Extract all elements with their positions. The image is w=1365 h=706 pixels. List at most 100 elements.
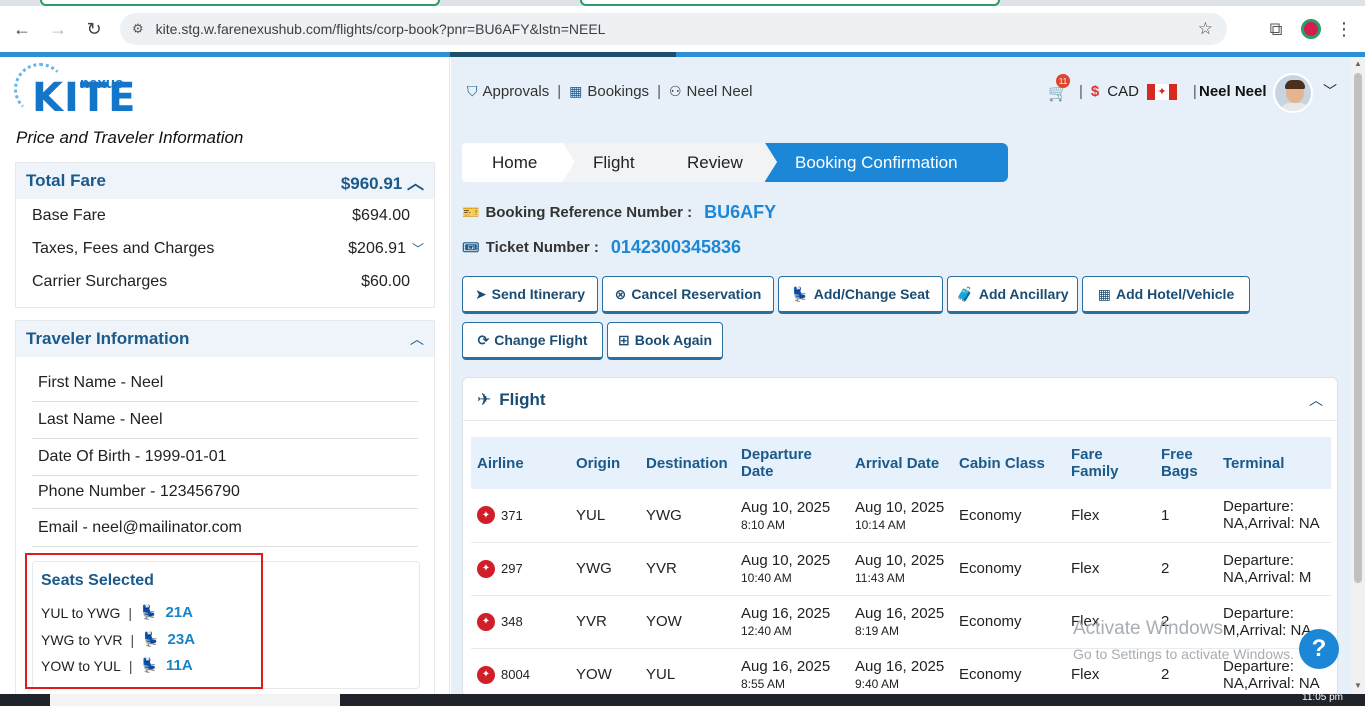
site-info-icon[interactable]: ⚙ bbox=[132, 21, 144, 37]
scroll-up-icon[interactable]: ▲ bbox=[1354, 59, 1362, 68]
os-taskbar: 11:05 pm bbox=[0, 692, 1365, 706]
breadcrumb: Home Flight Review Booking Confirmation bbox=[462, 143, 1008, 182]
air-canada-logo-icon: ✦ bbox=[477, 612, 495, 631]
cabin-cell: Economy bbox=[953, 595, 1065, 649]
add-hotel-vehicle-button[interactable]: ▦ Add Hotel/Vehicle bbox=[1082, 276, 1250, 314]
plane-icon: ✈ bbox=[477, 390, 492, 409]
terminal-cell: Departure: NA,Arrival: M bbox=[1217, 542, 1331, 596]
star-icon[interactable]: ☆ bbox=[1198, 19, 1213, 39]
chevron-up-icon[interactable]: ︿ bbox=[1309, 390, 1323, 410]
departure-cell: Aug 16, 2025 12:40 AM bbox=[735, 595, 849, 649]
approvals-link[interactable]: ⛉ Approvals bbox=[467, 83, 549, 100]
origin-cell: YUL bbox=[570, 489, 640, 543]
cancel-reservation-button[interactable]: ⊗ Cancel Reservation bbox=[602, 276, 774, 314]
change-flight-button[interactable]: ⟳ Change Flight bbox=[462, 322, 603, 360]
traveler-title: Traveler Information bbox=[26, 329, 190, 348]
url-text[interactable]: kite.stg.w.farenexushub.com/flights/corp… bbox=[156, 21, 606, 37]
chevron-down-icon[interactable]: ﹀ bbox=[412, 242, 424, 256]
logo-sub: nexus bbox=[80, 75, 124, 92]
traveler-header[interactable]: Traveler Information ︿ bbox=[16, 321, 434, 357]
page-scrollbar[interactable]: ▲ ▼ bbox=[1351, 57, 1365, 694]
puzzle-icon[interactable]: ⧉ bbox=[1265, 18, 1287, 40]
arrival-cell: Aug 16, 2025 9:40 AM bbox=[849, 648, 953, 694]
user-icon: ⚇ bbox=[668, 83, 682, 99]
flight-card-header[interactable]: ✈ Flight bbox=[477, 390, 546, 410]
col-arrival-date: Arrival Date bbox=[849, 437, 953, 489]
origin-cell: YWG bbox=[570, 542, 640, 596]
chevron-down-icon[interactable]: ﹀ bbox=[1323, 81, 1337, 101]
address-bar[interactable]: ⚙ kite.stg.w.farenexushub.com/flights/co… bbox=[120, 13, 1227, 45]
kite-logo[interactable]: KITE nexus bbox=[14, 63, 136, 127]
airline-flight-number: 297 bbox=[501, 561, 523, 576]
breadcrumb-home[interactable]: Home bbox=[462, 143, 575, 182]
breadcrumb-flight[interactable]: Flight bbox=[563, 143, 669, 182]
taskbar-clock: 11:05 pm bbox=[1302, 692, 1343, 703]
profile-avatar[interactable] bbox=[1301, 19, 1321, 39]
hotel-icon: ▦ bbox=[1097, 285, 1111, 302]
currency-selector[interactable]: | $ CAD ✦ | bbox=[1079, 83, 1197, 100]
traveler-first-name: First Name - Neel bbox=[32, 365, 418, 402]
fare-row-value: $694.00 bbox=[352, 206, 410, 224]
traveler-email: Email - neel@mailinator.com bbox=[32, 509, 418, 547]
col-destination: Destination bbox=[640, 437, 735, 489]
ticket-number-value: 0142300345836 bbox=[610, 237, 742, 257]
ticket-icon: 🎟 bbox=[462, 239, 480, 255]
cancel-icon: ⊗ bbox=[614, 285, 627, 302]
scrollbar-thumb[interactable] bbox=[1354, 73, 1362, 583]
total-fare-value: $960.91 ︿ bbox=[340, 173, 424, 193]
traveler-dob: Date Of Birth - 1999-01-01 bbox=[32, 439, 418, 476]
origin-cell: YOW bbox=[570, 648, 640, 694]
air-canada-logo-icon: ✦ bbox=[477, 665, 495, 684]
table-header-row: Airline Origin Destination Departure Dat… bbox=[471, 437, 1331, 489]
calendar-check-icon: ▦ bbox=[569, 83, 583, 99]
scroll-down-icon[interactable]: ▼ bbox=[1354, 681, 1362, 690]
ticket-icon: 🎫 bbox=[462, 204, 480, 220]
section-title: Price and Traveler Information bbox=[16, 128, 244, 147]
cabin-cell: Economy bbox=[953, 648, 1065, 694]
browser-toolbar: ← → ↻ ⚙ kite.stg.w.farenexushub.com/flig… bbox=[0, 6, 1365, 52]
send-itinerary-button[interactable]: ➤ Send Itinerary bbox=[462, 276, 598, 314]
fare-row-label: Taxes, Fees and Charges bbox=[32, 239, 215, 257]
ticket-number: 🎟 Ticket Number : 0142300345836 bbox=[462, 237, 742, 257]
back-icon[interactable]: ← bbox=[4, 11, 40, 47]
user-name[interactable]: Neel Neel bbox=[1199, 83, 1267, 100]
bookings-link[interactable]: ▦ Bookings bbox=[569, 83, 649, 100]
avatar[interactable] bbox=[1273, 73, 1313, 113]
table-row: ✦ 371 YUL YWG Aug 10, 2025 8:10 AM Aug 10,… bbox=[471, 489, 1331, 543]
departure-cell: Aug 10, 2025 8:10 AM bbox=[735, 489, 849, 543]
breadcrumb-booking-confirmation: Booking Confirmation bbox=[765, 143, 1008, 182]
booking-reference-value: BU6AFY bbox=[704, 202, 777, 222]
refresh-icon: ⟳ bbox=[477, 331, 490, 348]
departure-cell: Aug 16, 2025 8:55 AM bbox=[735, 648, 849, 694]
fare-family-cell: Flex bbox=[1065, 542, 1155, 596]
chevron-up-icon[interactable]: ︿ bbox=[407, 174, 424, 193]
breadcrumb-review[interactable]: Review bbox=[657, 143, 777, 182]
col-fare-family: Fare Family bbox=[1065, 437, 1155, 489]
add-change-seat-button[interactable]: 💺 Add/Change Seat bbox=[778, 276, 943, 314]
profile-link[interactable]: ⚇ Neel Neel bbox=[669, 83, 752, 100]
booking-reference: 🎫 Booking Reference Number : BU6AFY bbox=[462, 202, 777, 222]
fare-header[interactable]: Total Fare $960.91 ︿ bbox=[16, 163, 434, 199]
reload-icon[interactable]: ↻ bbox=[76, 11, 112, 47]
fare-row: Base Fare $694.00 bbox=[16, 199, 434, 232]
forward-icon[interactable]: → bbox=[40, 11, 76, 47]
col-terminal: Terminal bbox=[1217, 437, 1331, 489]
fare-row-label: Base Fare bbox=[32, 206, 106, 224]
fare-family-cell: Flex bbox=[1065, 489, 1155, 543]
chevron-up-icon[interactable]: ︿ bbox=[410, 329, 424, 349]
fare-row-label: Carrier Surcharges bbox=[32, 272, 168, 290]
col-free-bags: Free Bags bbox=[1155, 437, 1217, 489]
total-fare-label: Total Fare bbox=[26, 171, 106, 190]
traveler-last-name: Last Name - Neel bbox=[32, 402, 418, 439]
help-button[interactable]: ? bbox=[1299, 629, 1339, 669]
seat-icon: 💺 bbox=[791, 285, 809, 302]
col-origin: Origin bbox=[570, 437, 640, 489]
kebab-icon[interactable]: ⋮ bbox=[1335, 19, 1353, 40]
taskbar-search[interactable] bbox=[50, 694, 340, 706]
fare-row-value[interactable]: $206.91 ﹀ bbox=[348, 240, 424, 258]
book-again-button[interactable]: ⊞ Book Again bbox=[607, 322, 723, 360]
add-ancillary-button[interactable]: 🧳 Add Ancillary bbox=[947, 276, 1078, 314]
bags-cell: 2 bbox=[1155, 542, 1217, 596]
plus-square-icon: ⊞ bbox=[618, 331, 630, 348]
col-cabin-class: Cabin Class bbox=[953, 437, 1065, 489]
